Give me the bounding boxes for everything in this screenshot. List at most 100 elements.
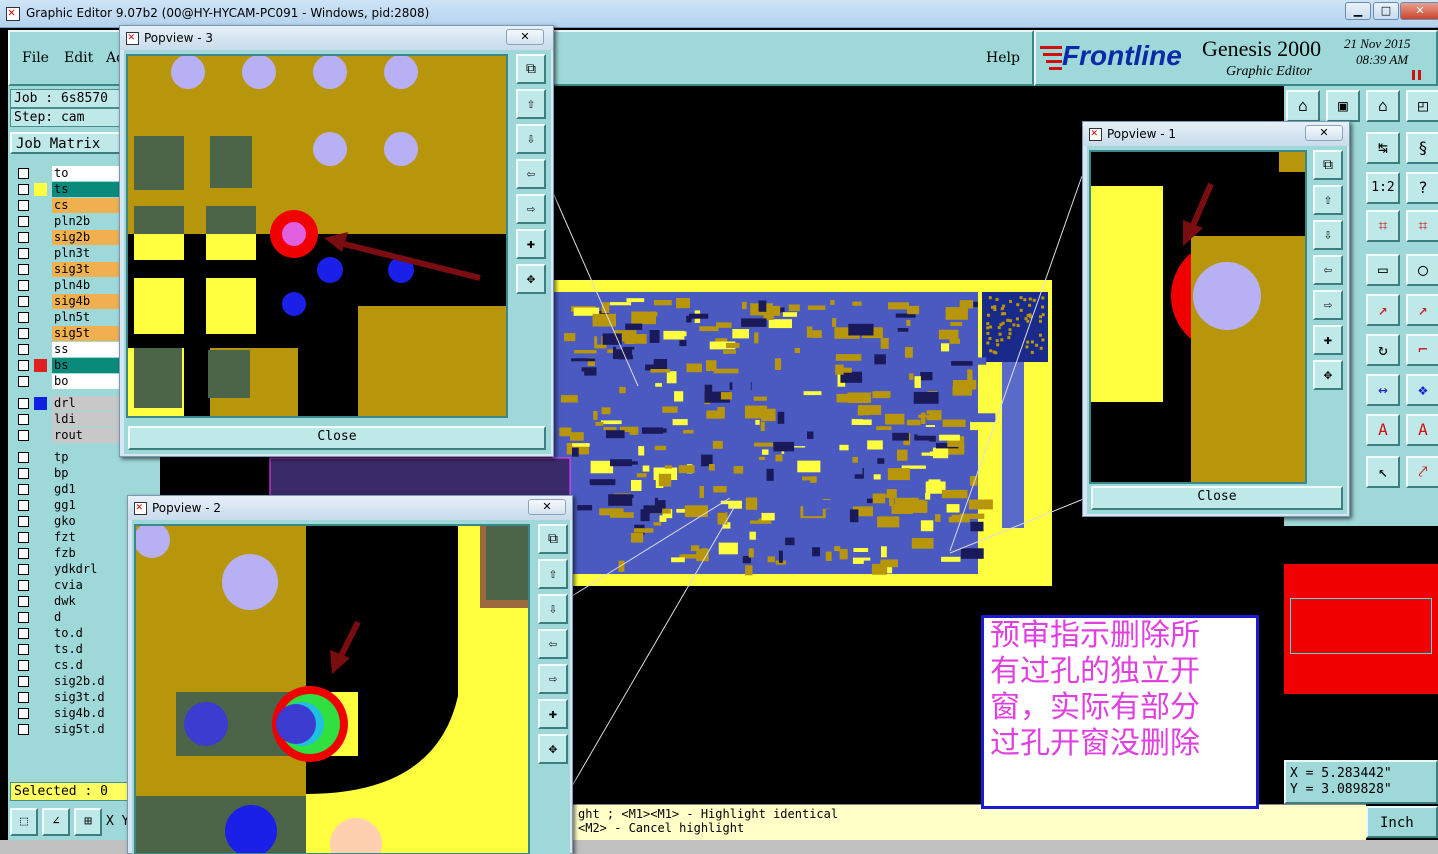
- popview-2-view[interactable]: [134, 524, 530, 854]
- zoom-box-icon[interactable]: ⬚: [10, 808, 38, 836]
- popview-pan-left-icon[interactable]: ⇦: [538, 629, 568, 659]
- popview-zoom-in-icon[interactable]: ✚: [538, 699, 568, 729]
- layer-checkbox[interactable]: [18, 328, 29, 339]
- layer-checkbox[interactable]: [18, 452, 29, 463]
- popview-2-close-x[interactable]: ✕: [528, 499, 566, 515]
- layer-checkbox[interactable]: [18, 430, 29, 441]
- layer-checkbox[interactable]: [18, 708, 29, 719]
- layer-checkbox[interactable]: [18, 692, 29, 703]
- step-icon[interactable]: ⌐: [1406, 334, 1438, 366]
- layer-checkbox[interactable]: [18, 500, 29, 511]
- layer-checkbox[interactable]: [18, 216, 29, 227]
- popview-1-close-button[interactable]: Close: [1091, 486, 1343, 510]
- frame-icon[interactable]: ◰: [1406, 90, 1438, 122]
- popview-1-close-x[interactable]: ✕: [1305, 125, 1343, 141]
- popview-zoom-out-icon[interactable]: ✥: [538, 734, 568, 764]
- step-field[interactable]: Step: cam: [10, 108, 122, 127]
- popview-pan-up-icon[interactable]: ⇧: [538, 559, 568, 589]
- pointer-icon[interactable]: ↖: [1366, 456, 1400, 488]
- ruler-icon[interactable]: ▭: [1366, 254, 1400, 286]
- popview-pan-down-icon[interactable]: ⇩: [538, 594, 568, 624]
- help-icon[interactable]: ?: [1406, 172, 1438, 204]
- units-button[interactable]: Inch: [1366, 806, 1438, 838]
- popview-pan-down-icon[interactable]: ⇩: [1313, 220, 1343, 250]
- layer-checkbox[interactable]: [18, 516, 29, 527]
- layer-checkbox[interactable]: [18, 628, 29, 639]
- net-icon[interactable]: ⌗: [1366, 210, 1400, 242]
- layer-checkbox[interactable]: [18, 168, 29, 179]
- layer-checkbox[interactable]: [18, 580, 29, 591]
- circle-icon[interactable]: ◯: [1406, 254, 1438, 286]
- popview-pan-down-icon[interactable]: ⇩: [516, 124, 546, 154]
- popview-pan-up-icon[interactable]: ⇧: [516, 89, 546, 119]
- popview-pan-left-icon[interactable]: ⇦: [1313, 255, 1343, 285]
- snap-icon[interactable]: ⤤: [1406, 456, 1438, 488]
- popview-zoom-out-icon[interactable]: ✥: [1313, 360, 1343, 390]
- layer-checkbox[interactable]: [18, 376, 29, 387]
- measure-icon[interactable]: ↔: [1366, 374, 1400, 406]
- layer-checkbox[interactable]: [18, 296, 29, 307]
- layer-checkbox[interactable]: [18, 644, 29, 655]
- overview-panel[interactable]: [1284, 526, 1438, 760]
- layer-checkbox[interactable]: [18, 548, 29, 559]
- menu-edit[interactable]: Edit: [64, 50, 93, 66]
- layer-checkbox[interactable]: [18, 724, 29, 735]
- popview-3[interactable]: Popview - 3 ✕: [119, 25, 554, 457]
- menu-file[interactable]: File: [22, 50, 49, 66]
- popview-3-view[interactable]: [126, 54, 508, 418]
- popview-3-titlebar[interactable]: Popview - 3 ✕: [120, 26, 553, 50]
- popview-1-view[interactable]: [1089, 150, 1307, 484]
- layer-checkbox[interactable]: [18, 398, 29, 409]
- popview-zoom-home-icon[interactable]: ⧉: [1313, 150, 1343, 180]
- popview-3-close-x[interactable]: ✕: [506, 29, 544, 45]
- layer-checkbox[interactable]: [18, 264, 29, 275]
- measure-angle-icon[interactable]: ∠: [42, 808, 70, 836]
- grid-icon[interactable]: ⊞: [74, 808, 102, 836]
- layer-row[interactable]: bp: [14, 466, 160, 481]
- layer-checkbox[interactable]: [18, 484, 29, 495]
- popview-pan-right-icon[interactable]: ⇨: [538, 664, 568, 694]
- layer-checkbox[interactable]: [18, 596, 29, 607]
- close-window-button[interactable]: ✕: [1400, 2, 1438, 20]
- monitor-icon[interactable]: ▣: [1326, 90, 1360, 122]
- layer-checkbox[interactable]: [18, 248, 29, 259]
- line-icon[interactable]: ↗: [1366, 294, 1400, 326]
- arc-icon[interactable]: A: [1366, 414, 1400, 446]
- layer-checkbox[interactable]: [18, 312, 29, 323]
- popview-3-close-button[interactable]: Close: [128, 426, 546, 450]
- house-icon[interactable]: ⌂: [1366, 90, 1400, 122]
- layer-checkbox[interactable]: [18, 612, 29, 623]
- popview-pan-left-icon[interactable]: ⇦: [516, 159, 546, 189]
- move-icon[interactable]: ↹: [1366, 132, 1400, 164]
- net-select-icon[interactable]: ⌗: [1406, 210, 1438, 242]
- layer-checkbox[interactable]: [18, 468, 29, 479]
- line-point-icon[interactable]: ↗: [1406, 294, 1438, 326]
- popview-2-titlebar[interactable]: Popview - 2 ✕: [128, 496, 572, 520]
- snake-icon[interactable]: §: [1406, 132, 1438, 164]
- shapes-icon[interactable]: ❖: [1406, 374, 1438, 406]
- popview-1[interactable]: Popview - 1 ✕ ⧉ ⇧ ⇩ ⇦ ⇨ ✚ ✥ Close: [1082, 121, 1350, 517]
- popview-zoom-in-icon[interactable]: ✚: [516, 229, 546, 259]
- maximize-button[interactable]: □: [1373, 2, 1399, 20]
- popview-zoom-home-icon[interactable]: ⧉: [538, 524, 568, 554]
- layer-checkbox[interactable]: [18, 232, 29, 243]
- popview-pan-right-icon[interactable]: ⇨: [1313, 290, 1343, 320]
- scale-icon[interactable]: 1:2: [1366, 172, 1400, 204]
- minimize-button[interactable]: ▁: [1345, 2, 1371, 20]
- menu-help[interactable]: Help: [986, 50, 1020, 66]
- layer-checkbox[interactable]: [18, 532, 29, 543]
- popview-pan-up-icon[interactable]: ⇧: [1313, 185, 1343, 215]
- popview-zoom-home-icon[interactable]: ⧉: [516, 54, 546, 84]
- layer-checkbox[interactable]: [18, 660, 29, 671]
- layer-checkbox[interactable]: [18, 280, 29, 291]
- job-matrix-button[interactable]: Job Matrix: [10, 132, 122, 154]
- popview-zoom-in-icon[interactable]: ✚: [1313, 325, 1343, 355]
- popview-1-titlebar[interactable]: Popview - 1 ✕: [1083, 122, 1349, 146]
- layer-checkbox[interactable]: [18, 564, 29, 575]
- layer-checkbox[interactable]: [18, 344, 29, 355]
- arc-point-icon[interactable]: A: [1406, 414, 1438, 446]
- layer-checkbox[interactable]: [18, 184, 29, 195]
- popview-pan-right-icon[interactable]: ⇨: [516, 194, 546, 224]
- popview-zoom-out-icon[interactable]: ✥: [516, 264, 546, 294]
- popview-2[interactable]: Popview - 2 ✕: [127, 495, 573, 854]
